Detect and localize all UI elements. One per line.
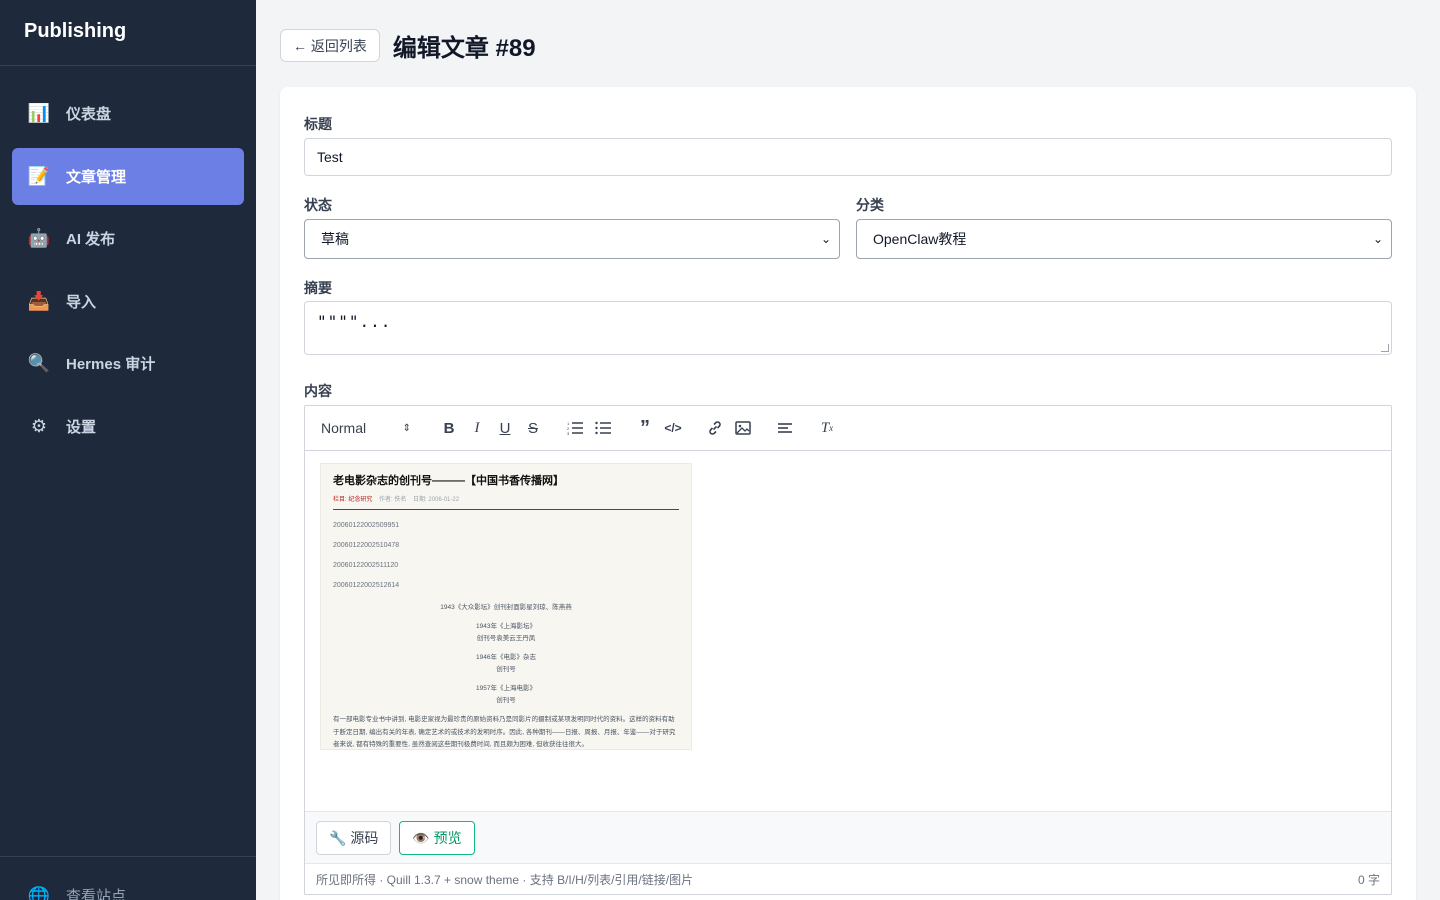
main-area: ← 返回列表 编辑文章 #89 标题 Test 状态 草稿 ⌄ 分类 OpenC… <box>256 0 1440 900</box>
underline-icon[interactable]: U <box>491 416 519 440</box>
clear-format-icon[interactable]: Tx <box>813 416 841 440</box>
editor-info: 所见即所得 · Quill 1.3.7 + snow theme · 支持 B/… <box>316 872 694 887</box>
strikethrough-icon[interactable]: S <box>519 416 547 440</box>
blockquote-icon[interactable]: ” <box>631 416 659 440</box>
broken-image-icon: 20060122002511120 <box>333 562 399 569</box>
category-select[interactable]: OpenClaw教程 ⌄ <box>856 219 1392 259</box>
embedded-article-screenshot: 老电影杂志的创刊号———【中国书香传播网】 栏目: 纪念研究 作者: 佚名 日期… <box>320 463 692 750</box>
resize-handle[interactable] <box>1381 344 1389 352</box>
sidebar-nav: 📊 仪表盘 📝 文章管理 🤖 AI 发布 📥 导入 🔍 Hermes 审计 ⚙ … <box>0 66 256 455</box>
embedded-meta: 栏目: 纪念研究 作者: 佚名 日期: 2006-01-22 <box>333 497 460 503</box>
brand-logo: Publishing <box>0 0 256 66</box>
caption: 创刊号 <box>496 666 516 673</box>
back-to-list-button[interactable]: ← 返回列表 <box>280 29 380 62</box>
view-site-link[interactable]: 🌐 查看站点 <box>0 856 256 900</box>
status-select[interactable]: 草稿 ⌄ <box>304 219 840 259</box>
page-header: ← 返回列表 编辑文章 #89 <box>280 28 536 63</box>
paragraph: 有一部电影专业书中讲到, 电影史家视为最珍贵的原始资料乃是同影片的摄制或某项发明… <box>333 716 676 748</box>
robot-icon: 🤖 <box>27 228 51 248</box>
sidebar-item-hermes-audit[interactable]: 🔍 Hermes 审计 <box>12 335 244 392</box>
image-icon[interactable] <box>729 416 757 440</box>
memo-icon: 📝 <box>27 165 51 186</box>
caption: 1946年《电影》杂志 <box>476 654 536 661</box>
sidebar-item-label: AI 发布 <box>66 231 116 248</box>
code-block-icon[interactable]: </> <box>659 416 687 440</box>
globe-icon: 🌐 <box>27 885 51 900</box>
source-button[interactable]: 🔧 源码 <box>316 820 392 855</box>
preview-button[interactable]: 👁️ 预览 <box>399 820 475 855</box>
gear-icon: ⚙ <box>30 415 48 436</box>
sidebar-item-settings[interactable]: ⚙ 设置 <box>12 398 244 455</box>
sidebar-item-articles[interactable]: 📝 文章管理 <box>12 147 244 205</box>
chart-icon: 📊 <box>27 103 51 123</box>
content-label: 内容 <box>304 383 332 399</box>
caption: 创刊号袁美云王丹凤 <box>476 635 536 642</box>
caption: 1943年《上海影坛》 <box>476 623 536 630</box>
editor-content[interactable]: 老电影杂志的创刊号———【中国书香传播网】 栏目: 纪念研究 作者: 佚名 日期… <box>305 451 1391 811</box>
sidebar-item-label: 仪表盘 <box>66 106 112 123</box>
view-site-label: 查看站点 <box>66 888 127 900</box>
updown-chevron-icon: ⇕ <box>402 422 411 434</box>
summary-value: """"... <box>317 312 392 331</box>
summary-textarea[interactable]: """"... <box>304 301 1392 355</box>
caption: 1957年《上海电影》 <box>476 685 536 692</box>
format-select[interactable]: Normal ⇕ <box>321 420 411 436</box>
sidebar-item-label: 导入 <box>66 293 97 311</box>
bold-icon[interactable]: B <box>435 416 463 440</box>
magnifier-icon: 🔍 <box>27 353 51 373</box>
title-label: 标题 <box>304 116 332 132</box>
chevron-down-icon: ⌄ <box>1372 232 1383 246</box>
sidebar-item-dashboard[interactable]: 📊 仪表盘 <box>12 85 244 142</box>
status-label: 状态 <box>304 197 332 213</box>
editor-actions: 🔧 源码 👁️ 预览 <box>305 811 1391 863</box>
chevron-down-icon: ⌄ <box>820 232 831 246</box>
caption: 创刊号 <box>496 697 516 704</box>
inbox-tray-icon: 📥 <box>27 290 51 311</box>
sidebar: Publishing 📊 仪表盘 📝 文章管理 🤖 AI 发布 📥 导入 🔍 H… <box>0 0 256 900</box>
sidebar-item-import[interactable]: 📥 导入 <box>12 273 244 330</box>
status-select-value: 草稿 <box>321 231 349 247</box>
summary-label: 摘要 <box>304 280 332 296</box>
rich-text-editor: Normal ⇕ B I U S 123 ” </> T x 老电影杂志的创刊号… <box>304 405 1392 895</box>
sidebar-item-label: 设置 <box>66 418 97 436</box>
category-label: 分类 <box>856 197 884 213</box>
broken-image-icon: 20060122002509951 <box>333 522 400 529</box>
svg-text:3: 3 <box>567 431 570 435</box>
link-icon[interactable] <box>701 416 729 440</box>
category-select-value: OpenClaw教程 <box>873 231 967 247</box>
format-select-value: Normal <box>321 420 367 436</box>
align-icon[interactable] <box>771 416 799 440</box>
word-count: 0 字 <box>1357 872 1380 887</box>
italic-icon[interactable]: I <box>463 416 491 440</box>
editor-status-bar: 所见即所得 · Quill 1.3.7 + snow theme · 支持 B/… <box>305 863 1391 894</box>
divider <box>333 509 679 510</box>
editor-toolbar: Normal ⇕ B I U S 123 ” </> T x <box>305 406 1391 451</box>
ordered-list-icon[interactable]: 123 <box>561 416 589 440</box>
bullet-list-icon[interactable] <box>589 416 617 440</box>
sidebar-item-label: Hermes 审计 <box>66 356 156 373</box>
caption: 1943《大众影坛》创刊封面影星刘琼、陈燕燕 <box>440 604 572 611</box>
sidebar-item-ai-publish[interactable]: 🤖 AI 发布 <box>12 210 244 267</box>
broken-image-icon: 20060122002510478 <box>333 542 400 549</box>
edit-form-card: 标题 Test 状态 草稿 ⌄ 分类 OpenClaw教程 ⌄ 摘要 """".… <box>280 87 1416 900</box>
sidebar-item-label: 文章管理 <box>66 168 127 186</box>
broken-image-icon: 20060122002512614 <box>333 582 400 589</box>
title-input[interactable]: Test <box>304 138 1392 176</box>
page-title: 编辑文章 #89 <box>392 35 536 62</box>
embedded-title: 老电影杂志的创刊号———【中国书香传播网】 <box>333 475 564 487</box>
